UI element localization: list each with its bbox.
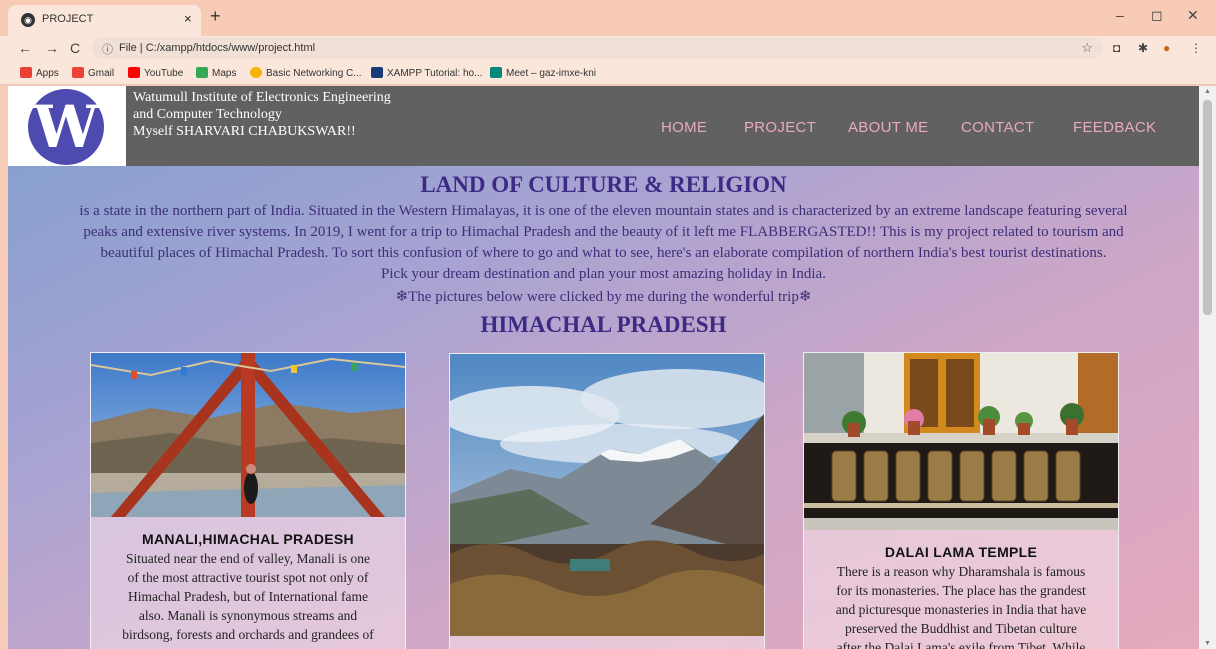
page-title: LAND OF CULTURE & RELIGION [420,172,787,197]
destination-card: DALAI LAMA TEMPLE There is a reason why … [803,352,1119,649]
meet-icon [490,67,502,78]
bookmark-meet[interactable]: Meet – gaz-imxe-kni [490,67,596,79]
browser-toolbar: ← → C ⓘ File | C:/xampp/htdocs/www/proje… [0,36,1216,62]
card-title: DALAI LAMA TEMPLE [884,544,1038,560]
globe-icon: ◉ [21,13,35,27]
address-bar[interactable]: ⓘ File | C:/xampp/htdocs/www/project.htm… [92,37,1103,59]
scroll-up-arrow-icon[interactable]: ▲ [1204,88,1211,95]
networking-icon [250,67,262,78]
bookmark-xampp[interactable]: XAMPP Tutorial: ho... [371,67,482,79]
org-line-1: Watumull Institute of Electronics Engine… [133,90,391,105]
logo-circle: W [28,89,104,165]
intro-line: Pick your dream destination and plan you… [381,266,826,282]
browser-tabstrip: ◉ PROJECT × + – ◻ ✕ [0,0,1216,36]
page-scrollbar[interactable]: ▲ ▼ [1199,86,1216,649]
intro-line: peaks and extensive river systems. In 20… [83,224,1124,240]
menu-kebab-icon[interactable]: ⋮ [1190,41,1202,55]
prayer-wheels-photo [804,353,1118,530]
org-line-3: Myself SHARVARI CHABUKSWAR!! [133,124,356,139]
back-arrow-icon[interactable]: ← [18,40,32,56]
site-header: W Watumull Institute of Electronics Engi… [8,86,1199,166]
bookmark-gmail[interactable]: Gmail [72,67,114,79]
page-viewport: W Watumull Institute of Electronics Engi… [8,86,1199,649]
bookmark-star-icon[interactable]: ☆ [1081,40,1093,56]
section-title: HIMACHAL PRADESH [480,312,727,337]
nav-contact[interactable]: CONTACT [961,119,1034,136]
mountain-landscape-photo [450,354,764,636]
info-icon[interactable]: ⓘ [102,41,113,57]
card-description: Situated near the end of valley, Manali … [122,551,374,642]
bookmark-apps[interactable]: Apps [20,67,59,79]
intro-line: beautiful places of Himachal Pradesh. To… [100,245,1107,261]
nav-feedback[interactable]: FEEDBACK [1073,119,1156,136]
reload-icon[interactable]: C [70,40,80,56]
nav-about-me[interactable]: ABOUT ME [848,119,928,136]
manali-bridge-photo [91,353,405,517]
puzzle-extension-icon[interactable]: ✱ [1138,41,1148,55]
intro-paragraph: is a state in the northern part of India… [8,201,1199,285]
apps-grid-icon [20,67,32,78]
bookmark-networking[interactable]: Basic Networking C... [250,67,362,79]
intro-line: is a state in the northern part of India… [79,203,1128,219]
scroll-thumb[interactable] [1203,100,1212,315]
new-tab-button[interactable]: + [210,7,221,25]
org-info: Watumull Institute of Electronics Engine… [133,89,391,140]
photo-note: ❄The pictures below were clicked by me d… [395,289,812,305]
minimize-button[interactable]: – [1116,7,1124,23]
bookmark-maps[interactable]: Maps [196,67,236,79]
org-line-2: and Computer Technology [133,107,282,122]
destination-card: MANALI,HIMACHAL PRADESH Situated near th… [90,352,406,649]
tab-title: PROJECT [42,13,94,25]
close-window-button[interactable]: ✕ [1187,7,1199,24]
youtube-icon [128,67,140,78]
camera-extension-icon[interactable]: ◘ [1113,41,1120,55]
bookmarks-bar: Apps Gmail YouTube Maps Basic Networking… [0,62,1216,85]
bookmark-youtube[interactable]: YouTube [128,67,183,79]
nav-project[interactable]: PROJECT [744,119,816,136]
site-logo[interactable]: W [8,86,126,166]
browser-tab[interactable]: ◉ PROJECT × [8,5,201,36]
gmail-icon [72,67,84,78]
xampp-icon [371,67,383,78]
profile-avatar-icon[interactable]: ● [1163,41,1170,55]
tab-close-icon[interactable]: × [184,11,192,26]
destination-card [449,353,765,649]
maps-icon [196,67,208,78]
address-text: File | C:/xampp/htdocs/www/project.html [119,42,316,54]
card-description: There is a reason why Dharamshala is fam… [835,564,1087,649]
forward-arrow-icon[interactable]: → [45,40,59,56]
scroll-down-arrow-icon[interactable]: ▼ [1204,640,1211,647]
card-title: MANALI,HIMACHAL PRADESH [142,531,354,547]
nav-home[interactable]: HOME [661,119,707,136]
maximize-button[interactable]: ◻ [1151,7,1163,24]
